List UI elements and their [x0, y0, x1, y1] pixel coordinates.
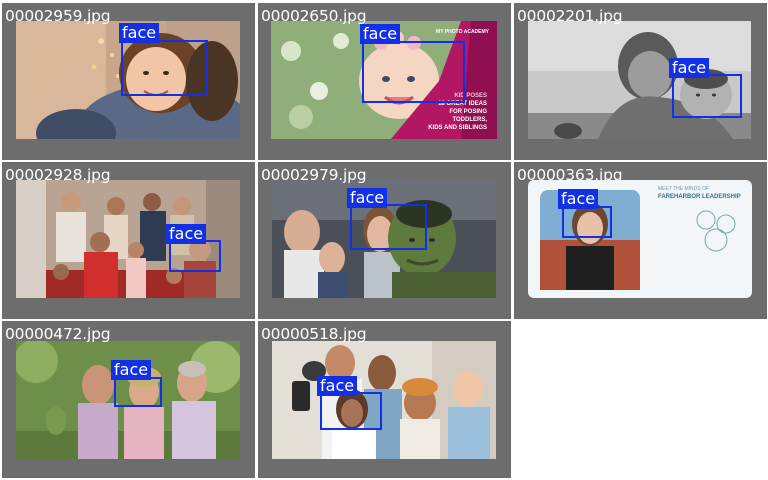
face-bounding-box [350, 204, 427, 250]
filename-label: 00002201.jpg [517, 7, 623, 25]
filename-label: 00000363.jpg [517, 166, 623, 184]
image-cell-5[interactable]: 00002979.jpg face [258, 162, 511, 319]
image-cell-2[interactable]: 00002650.jpg MY PHOTO ACADEMY KID POSES … [258, 3, 511, 160]
face-bounding-box [362, 41, 465, 103]
face-bounding-box [320, 392, 382, 430]
face-label: face [111, 360, 152, 380]
face-bounding-box [121, 40, 208, 96]
filename-label: 00002650.jpg [261, 7, 367, 25]
image-cell-6[interactable]: 00000363.jpg MEET THE MINDS OF FAREHARBO… [514, 162, 767, 319]
face-bounding-box [169, 240, 221, 272]
image-cell-8[interactable]: 00000518.jpg face [258, 321, 511, 478]
face-label: face [347, 188, 388, 208]
card-line2: FAREHARBOR LEADERSHIP [658, 194, 741, 200]
face-label: face [669, 58, 710, 78]
face-bounding-box [672, 74, 742, 118]
filename-label: 00002928.jpg [5, 166, 111, 184]
image-cell-4[interactable]: 00002928.jpg face [2, 162, 255, 319]
photo-thumbnail [272, 341, 496, 459]
image-cell-3[interactable]: 00002201.jpg face [514, 3, 767, 160]
face-label: face [166, 224, 207, 244]
banner-brand: MY PHOTO ACADEMY [436, 29, 489, 35]
image-cell-1[interactable]: 00002959.jpg face [2, 3, 255, 160]
filename-label: 00002979.jpg [261, 166, 367, 184]
banner-line5: KIDS AND SIBLINGS [428, 125, 487, 131]
face-label: face [558, 189, 599, 209]
image-cell-7[interactable]: 00000472.jpg face [2, 321, 255, 478]
banner-line3: FOR POSING [449, 109, 487, 115]
photo-thumbnail [16, 180, 240, 298]
banner-line4: TODDLERS, [452, 117, 487, 123]
filename-label: 00000472.jpg [5, 325, 111, 343]
filename-label: 00000518.jpg [261, 325, 367, 343]
face-bounding-box [562, 206, 612, 238]
card-line1: MEET THE MINDS OF [658, 186, 709, 192]
face-label: face [317, 376, 358, 396]
filename-label: 00002959.jpg [5, 7, 111, 25]
face-bounding-box [114, 377, 162, 407]
face-label: face [360, 24, 401, 44]
face-label: face [119, 23, 160, 43]
